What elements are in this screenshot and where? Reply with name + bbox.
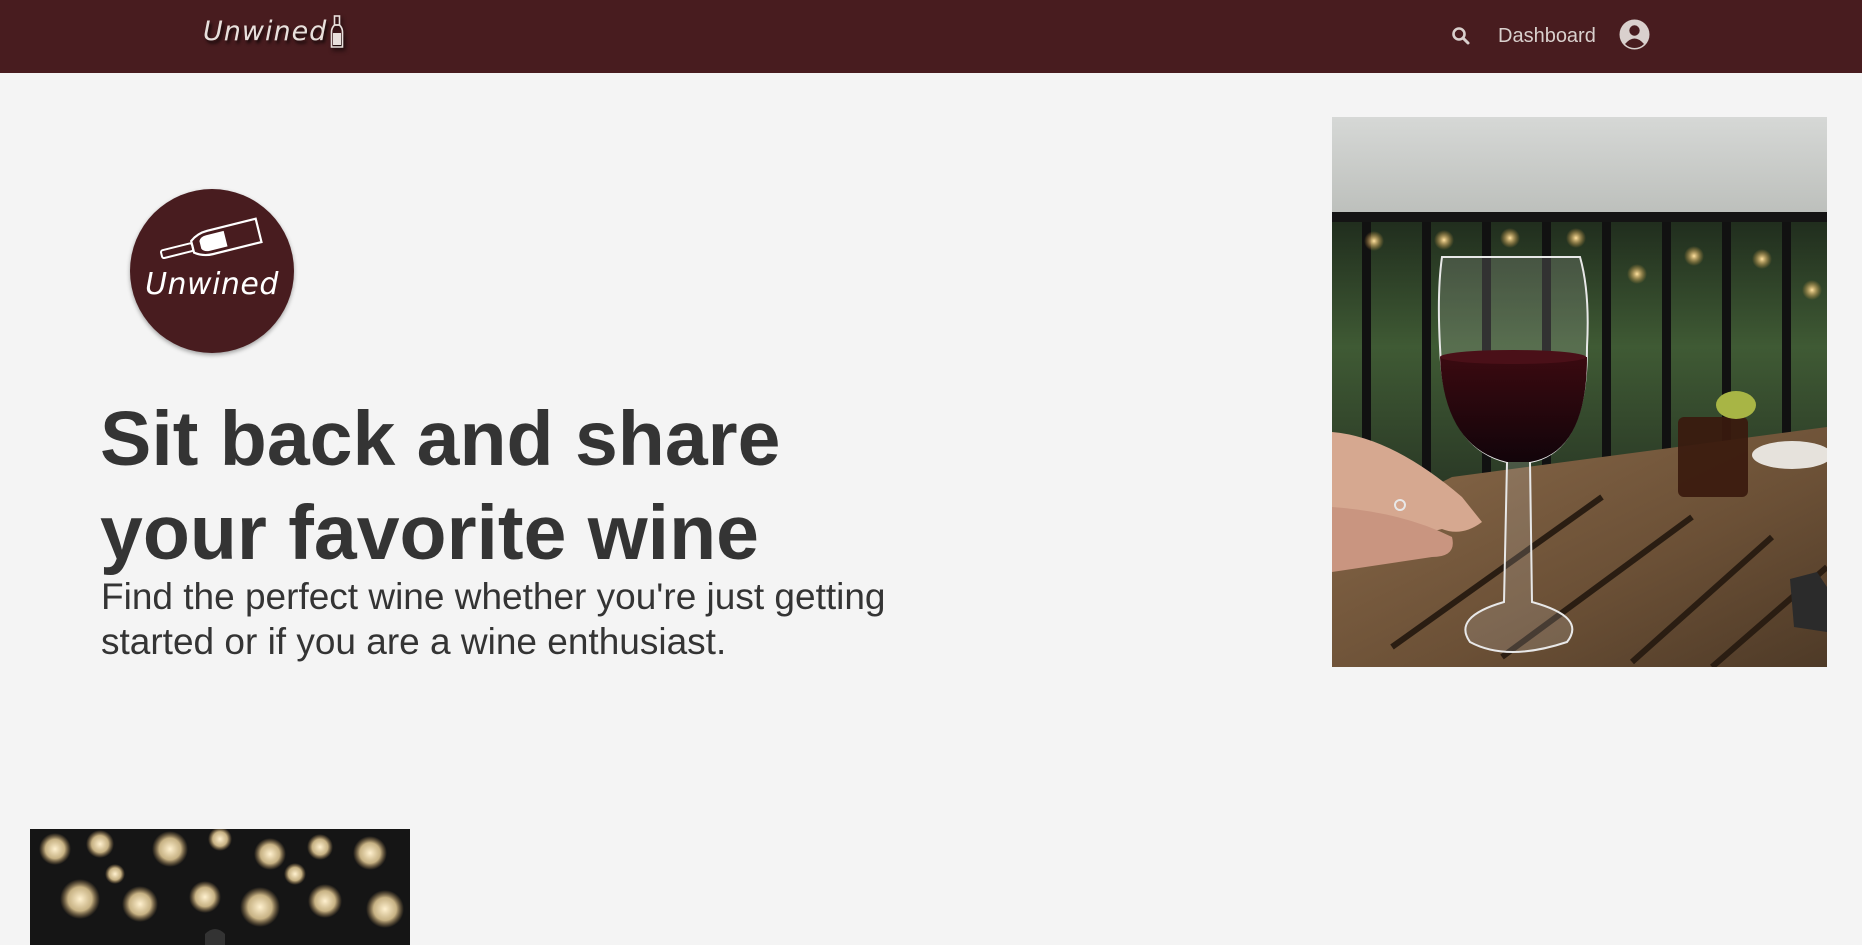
user-circle-icon[interactable] — [1619, 19, 1650, 50]
brand-badge: Unwined — [130, 189, 294, 353]
search-icon[interactable] — [1450, 25, 1472, 47]
dashboard-link[interactable]: Dashboard — [1498, 24, 1596, 48]
brand-badge-text: Unwined — [145, 267, 279, 302]
hero-title: Sit back and share your favorite wine — [100, 396, 781, 576]
wine-glass-photo — [1332, 117, 1827, 667]
wine-bottle-icon — [331, 15, 344, 48]
nav-logo-link[interactable]: Unwined — [203, 12, 344, 52]
wine-bottle-icon — [160, 217, 263, 260]
wine-bar-photo — [30, 829, 410, 945]
wine-glass-illustration — [1332, 117, 1827, 667]
wine-bar-illustration — [30, 829, 410, 945]
hero-subtitle: Find the perfect wine whether you're jus… — [101, 576, 886, 662]
nav-logo-text: Unwined — [203, 16, 328, 47]
navbar: Unwined Dashboard — [0, 0, 1862, 73]
